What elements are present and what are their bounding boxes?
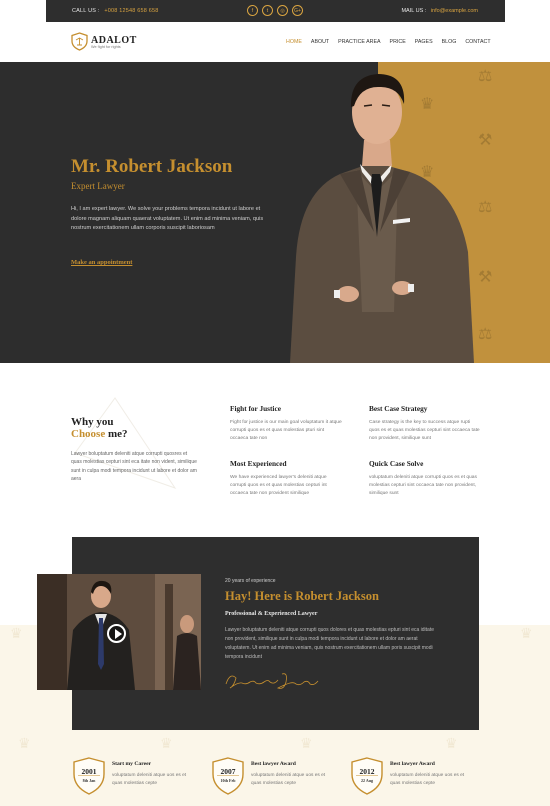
nav-item-price[interactable]: PRICE: [390, 39, 406, 45]
signature-image: [225, 673, 319, 689]
award-date: 22 Aug: [361, 778, 373, 783]
mail-label: MAIL US :: [401, 8, 427, 14]
hero-section: ⚖ ♛ ⚒ ♛ ⚖ ⚒ ⚖ Mr. Robert Jackson Expert …: [0, 62, 550, 363]
shield-badge-icon: [73, 757, 105, 795]
why-title-part2: me?: [107, 428, 128, 440]
about-text: Lawyer boluptatum deleniti atque corrupt…: [225, 627, 435, 660]
nav-menu: HOME ABOUT PRACTICE AREA PRICE PAGES BLO…: [286, 39, 500, 45]
award-year: 2007: [220, 767, 236, 776]
feature-text: We have experienced lawyer's deleniti at…: [230, 475, 327, 497]
nav-item-pages[interactable]: PAGES: [415, 39, 433, 45]
judge-icon: ♛: [520, 625, 533, 641]
shield-logo-icon: [71, 32, 88, 51]
award-date: 10th Feb: [220, 778, 236, 783]
call-us: CALL US : +008 12548 658 658: [72, 8, 159, 14]
logo-text: ADALOT We fight for rights: [91, 35, 137, 49]
social-links: f t ◎ G+: [247, 5, 303, 16]
play-icon[interactable]: [107, 624, 126, 643]
award-item: 2001 8th Jan Start my Career voluptatum …: [72, 757, 212, 797]
award-year: 2001: [81, 767, 97, 776]
award-title: Start my Career: [112, 761, 152, 767]
google-plus-icon[interactable]: G+: [292, 5, 303, 16]
intro-video[interactable]: [37, 574, 201, 690]
nav-item-contact[interactable]: CONTACT: [465, 39, 490, 45]
call-label: CALL US :: [72, 8, 100, 14]
feature-title: Quick Case Solve: [369, 459, 424, 468]
mail-us: MAIL US : info@example.com: [401, 8, 478, 14]
feature-fight-for-justice: Fight for Justice Fight for justice is o…: [230, 404, 342, 444]
facebook-icon[interactable]: f: [247, 5, 258, 16]
feature-text: voluptatum deleniti atque corrupti quos …: [369, 475, 477, 497]
scales-icon: ⚖: [478, 326, 493, 343]
nav-item-about[interactable]: ABOUT: [311, 39, 329, 45]
shield-badge-icon: [212, 757, 244, 795]
main-navbar: ADALOT We fight for rights HOME ABOUT PR…: [0, 22, 550, 62]
twitter-icon[interactable]: t: [262, 5, 273, 16]
about-subtitle: Professional & Experienced Lawyer: [225, 611, 318, 617]
scales-icon: ⚖: [478, 68, 493, 85]
judge-icon: ♛: [10, 625, 23, 641]
feature-quick-case-solve: Quick Case Solve voluptatum deleniti atq…: [369, 459, 481, 499]
lawyer-portrait-image: [290, 74, 474, 363]
award-title: Best lawyer Award: [251, 761, 296, 767]
site-logo[interactable]: ADALOT We fight for rights: [71, 32, 137, 51]
gavel-icon: ⚒: [478, 269, 493, 286]
award-text: voluptatum deleniti atque uos es et quas…: [251, 773, 326, 787]
nav-item-blog[interactable]: BLOG: [442, 39, 457, 45]
award-title: Best lawyer Award: [390, 761, 435, 767]
award-text: voluptatum deleniti atque uos es et quas…: [390, 773, 465, 787]
nav-item-practice-area[interactable]: PRACTICE AREA: [338, 39, 380, 45]
why-title-gold: Choose: [71, 428, 106, 440]
feature-text: Case strategy is the key to success atqu…: [369, 420, 480, 442]
feature-title: Fight for Justice: [230, 404, 281, 413]
scales-icon: ⚖: [478, 199, 493, 216]
feature-best-case-strategy: Best Case Strategy Case strategy is the …: [369, 404, 481, 444]
hero-name: Mr. Robert Jackson: [71, 156, 233, 177]
judge-icon: ♛: [445, 735, 458, 751]
why-choose-text: Lawyer boluptatum deleniti atque corrupt…: [71, 451, 197, 483]
why-choose-heading: Why you Choose me?: [71, 416, 128, 440]
shield-badge-icon: [351, 757, 383, 795]
experience-label: 20 years of experience: [225, 578, 276, 584]
award-text: voluptatum deleniti atque uos es et quas…: [112, 773, 187, 787]
feature-title: Most Experienced: [230, 459, 287, 468]
about-title: Hay! Here is Robert Jackson: [225, 589, 379, 603]
award-item: 2012 22 Aug Best lawyer Award voluptatum…: [350, 757, 490, 797]
instagram-icon[interactable]: ◎: [277, 5, 288, 16]
nav-item-home[interactable]: HOME: [286, 39, 302, 45]
feature-title: Best Case Strategy: [369, 404, 428, 413]
gavel-icon: ⚒: [478, 132, 493, 149]
award-item: 2007 10th Feb Best lawyer Award voluptat…: [211, 757, 351, 797]
appointment-link[interactable]: Make an appointment: [71, 259, 132, 266]
hero-description: Hi, I am expert lawyer. We solve your pr…: [71, 206, 264, 232]
feature-most-experienced: Most Experienced We have experienced law…: [230, 459, 342, 499]
feature-text: Fight for justice is our main goal volup…: [230, 420, 342, 442]
judge-icon: ♛: [300, 735, 313, 751]
award-date: 8th Jan: [82, 778, 96, 783]
award-year: 2012: [359, 767, 375, 776]
top-contact-bar: CALL US : +008 12548 658 658 f t ◎ G+ MA…: [46, 0, 505, 22]
brand-name: ADALOT: [91, 34, 137, 46]
judge-icon: ♛: [18, 735, 31, 751]
judge-icon: ♛: [160, 735, 173, 751]
hero-role: Expert Lawyer: [71, 181, 125, 191]
phone-number[interactable]: +008 12548 658 658: [104, 8, 158, 14]
email-address[interactable]: info@example.com: [431, 8, 478, 14]
why-title-part1: Why you: [71, 416, 114, 428]
